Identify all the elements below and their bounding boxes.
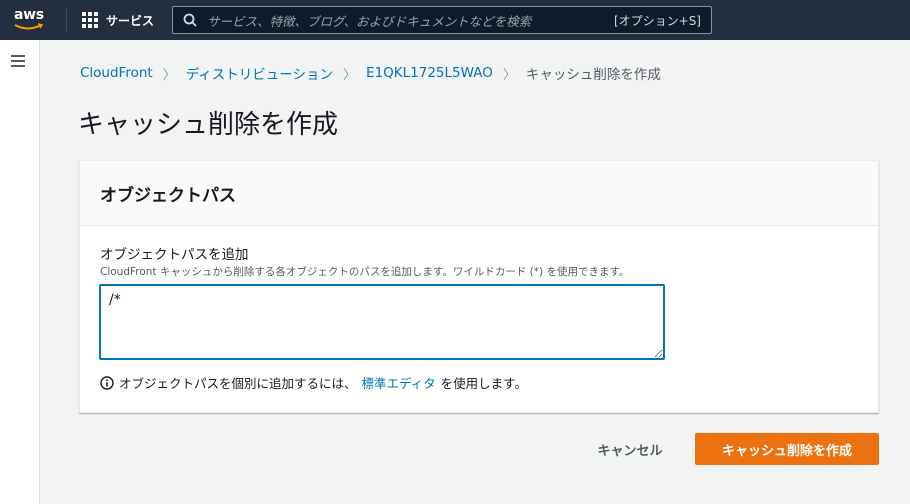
grid-icon (82, 12, 98, 28)
services-label: サービス (106, 13, 155, 28)
standard-editor-link[interactable]: 標準エディタ (362, 373, 436, 392)
breadcrumb-current: キャッシュ削除を作成 (525, 67, 661, 83)
chevron-right-icon: 〉 (162, 67, 176, 83)
page-title: キャッシュ削除を作成 (78, 110, 339, 140)
breadcrumb-distributions[interactable]: ディストリビューション (186, 63, 333, 83)
info-text-suffix: を使用します。 (440, 376, 527, 391)
breadcrumb: CloudFront 〉 ディストリビューション 〉 E1QKL1725L5WA… (80, 63, 661, 83)
aws-logo-text: aws (14, 7, 44, 23)
aws-smile-icon (14, 23, 44, 30)
global-search[interactable]: サービス、特徴、ブログ、およびドキュメントなどを検索 [オプション+S] (172, 6, 712, 34)
chevron-right-icon: 〉 (502, 67, 516, 83)
object-path-field-description: CloudFront キャッシュから削除する各オブジェクトのパスを追加します。ワ… (100, 266, 630, 278)
chevron-right-icon: 〉 (343, 67, 357, 83)
services-menu-button[interactable]: サービス (82, 0, 154, 40)
search-shortcut-hint: [オプション+S] (613, 13, 701, 28)
object-paths-textarea[interactable]: /* (99, 284, 665, 360)
search-icon (183, 13, 197, 27)
create-invalidation-button[interactable]: キャッシュ削除を作成 (695, 433, 879, 465)
info-icon (100, 375, 114, 390)
info-message: オブジェクトパスを個別に追加するには、 標準エディタ を使用します。 (100, 373, 527, 392)
panel-title: オブジェクトパス (100, 185, 236, 206)
aws-logo[interactable]: aws (14, 7, 52, 33)
top-navigation: aws サービス サービス、特徴、ブログ、およびドキュメントなどを検索 [オプシ… (0, 0, 910, 40)
side-rail (0, 40, 40, 504)
info-text-prefix: オブジェクトパスを個別に追加するには、 (119, 376, 357, 391)
cancel-button[interactable]: キャンセル (585, 433, 675, 465)
object-paths-panel: オブジェクトパス オブジェクトパスを追加 CloudFront キャッシュから削… (79, 160, 879, 413)
breadcrumb-distribution-id[interactable]: E1QKL1725L5WAO (366, 65, 493, 81)
object-path-field-label: オブジェクトパスを追加 (100, 247, 249, 263)
panel-header: オブジェクトパス (80, 161, 878, 226)
breadcrumb-cloudfront[interactable]: CloudFront (80, 65, 153, 81)
nav-divider (66, 8, 67, 32)
search-input[interactable]: サービス、特徴、ブログ、およびドキュメントなどを検索 (207, 11, 614, 30)
hamburger-menu-icon[interactable] (11, 55, 25, 67)
